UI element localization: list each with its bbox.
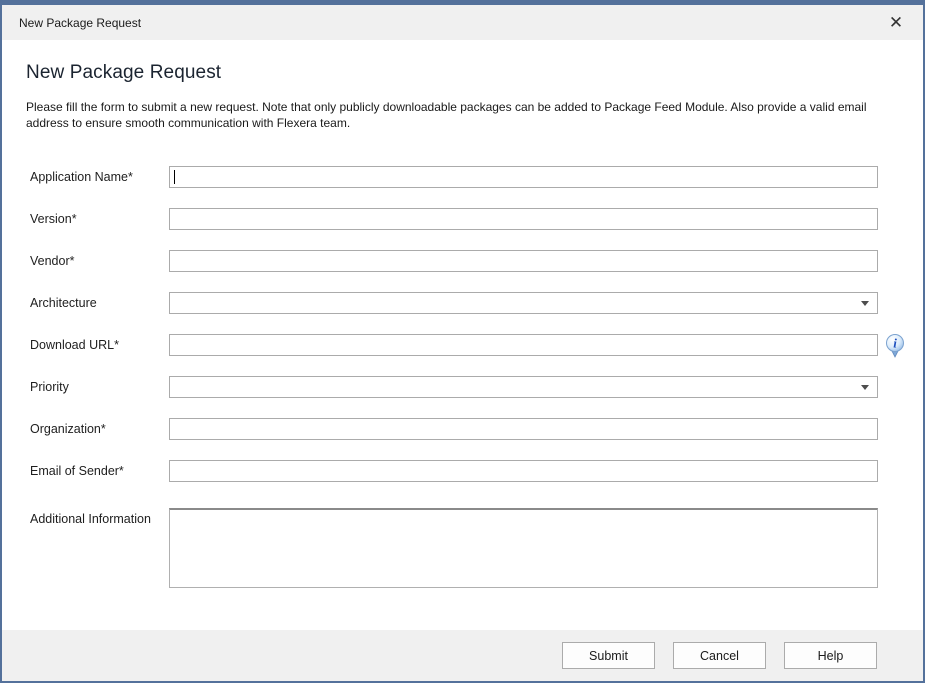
page-description: Please fill the form to submit a new req… <box>26 99 899 131</box>
chevron-down-icon <box>861 301 869 306</box>
new-package-request-dialog: New Package Request ✕ New Package Reques… <box>0 0 925 683</box>
priority-dropdown[interactable] <box>169 376 878 398</box>
request-form: Application Name* Version* Vendor* <box>26 166 899 588</box>
version-label: Version* <box>26 212 169 226</box>
organization-field[interactable] <box>169 418 878 440</box>
form-row-download-url: Download URL* <box>26 334 899 356</box>
organization-label: Organization* <box>26 422 169 436</box>
vendor-label: Vendor* <box>26 254 169 268</box>
email-of-sender-field[interactable] <box>169 460 878 482</box>
additional-information-field[interactable] <box>169 508 878 588</box>
form-row-version: Version* <box>26 208 899 230</box>
download-url-label: Download URL* <box>26 338 169 352</box>
page-title: New Package Request <box>26 62 899 84</box>
priority-label: Priority <box>26 380 169 394</box>
info-balloon-icon[interactable]: i <box>884 333 906 359</box>
form-row-email: Email of Sender* <box>26 460 899 482</box>
additional-information-label: Additional Information <box>26 508 169 526</box>
form-row-architecture: Architecture <box>26 292 899 314</box>
architecture-label: Architecture <box>26 296 169 310</box>
form-row-vendor: Vendor* <box>26 250 899 272</box>
close-icon[interactable]: ✕ <box>883 10 909 36</box>
titlebar: New Package Request ✕ <box>2 5 923 40</box>
vendor-field[interactable] <box>169 250 878 272</box>
architecture-dropdown[interactable] <box>169 292 878 314</box>
help-button[interactable]: Help <box>784 642 877 669</box>
dialog-footer: Submit Cancel Help <box>2 630 923 681</box>
chevron-down-icon <box>861 385 869 390</box>
application-name-label: Application Name* <box>26 170 169 184</box>
form-row-priority: Priority <box>26 376 899 398</box>
svg-text:i: i <box>893 336 897 351</box>
dialog-content: New Package Request Please fill the form… <box>2 40 923 630</box>
form-row-organization: Organization* <box>26 418 899 440</box>
cancel-button[interactable]: Cancel <box>673 642 766 669</box>
window-title: New Package Request <box>19 16 141 30</box>
version-field[interactable] <box>169 208 878 230</box>
download-url-field[interactable] <box>169 334 878 356</box>
text-caret <box>174 170 175 184</box>
application-name-field[interactable] <box>169 166 878 188</box>
form-row-application-name: Application Name* <box>26 166 899 188</box>
form-row-additional-info: Additional Information <box>26 508 899 588</box>
submit-button[interactable]: Submit <box>562 642 655 669</box>
email-of-sender-label: Email of Sender* <box>26 464 169 478</box>
